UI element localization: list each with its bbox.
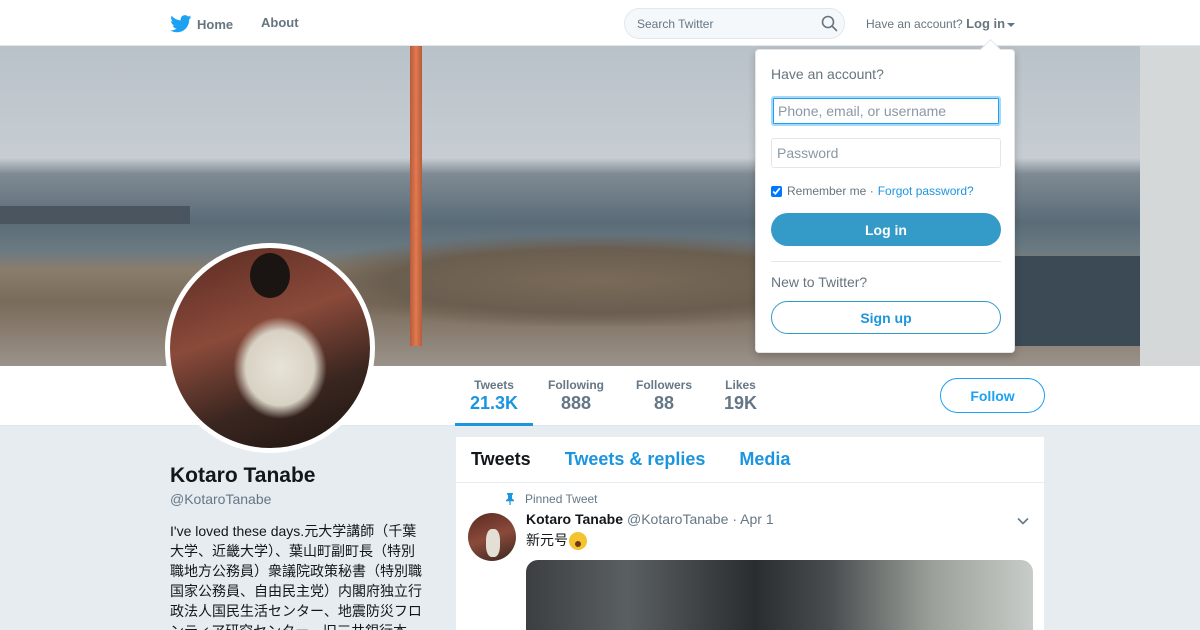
stat-following[interactable]: Following 888	[548, 378, 604, 414]
remember-me-checkbox[interactable]	[771, 185, 782, 197]
tweet-media-image[interactable]	[526, 560, 1033, 630]
profile-name[interactable]: Kotaro Tanabe	[170, 464, 315, 488]
twitter-bird-icon	[170, 15, 192, 33]
pinned-tweet-label: Pinned Tweet	[504, 492, 598, 506]
timeline-tabs: Tweets Tweets & replies Media	[456, 437, 1044, 483]
forgot-password-link[interactable]: Forgot password?	[878, 184, 974, 198]
tweet-author-handle[interactable]: @KotaroTanabe	[627, 511, 728, 527]
nav-about-link[interactable]: About	[261, 15, 299, 30]
signup-button[interactable]: Sign up	[771, 301, 1001, 334]
stat-label: Following	[548, 378, 604, 392]
banner-shed	[1010, 256, 1140, 346]
stat-value: 888	[560, 393, 592, 413]
username-input[interactable]	[771, 96, 1001, 126]
pin-icon	[506, 493, 514, 505]
dropdown-title: Have an account?	[771, 66, 884, 82]
remember-row: Remember me · Forgot password?	[771, 184, 974, 198]
tweet-text: 新元号	[526, 530, 587, 551]
stat-likes[interactable]: Likes 19K	[724, 378, 757, 414]
nav-home-link[interactable]: Home	[170, 15, 233, 33]
tab-tweets[interactable]: Tweets	[471, 449, 531, 470]
banner-building	[1140, 46, 1200, 366]
remember-label[interactable]: Remember me ·	[787, 184, 874, 198]
nav-home-label: Home	[197, 16, 234, 32]
pinned-label-text: Pinned Tweet	[525, 492, 598, 506]
stat-value: 88	[653, 393, 675, 413]
account-prompt: Have an account?	[866, 17, 963, 31]
tab-media[interactable]: Media	[739, 449, 790, 470]
stat-tweets[interactable]: Tweets 21.3K	[470, 378, 518, 414]
account-hint: Have an account? Log in	[866, 16, 1016, 31]
banner-pole	[410, 46, 422, 346]
active-stat-underline	[455, 423, 533, 426]
login-button[interactable]: Log in	[771, 213, 1001, 246]
profile-handle[interactable]: @KotaroTanabe	[170, 491, 271, 507]
caret-down-icon	[1007, 22, 1016, 27]
tweet-avatar[interactable]	[468, 513, 516, 561]
stat-label: Followers	[636, 378, 693, 392]
avatar-figure	[250, 253, 290, 298]
follow-button[interactable]: Follow	[940, 378, 1045, 413]
search-input[interactable]: Search Twitter	[624, 8, 845, 39]
login-menu-toggle[interactable]: Log in	[966, 16, 1016, 31]
top-nav: Home About Search Twitter Have an accoun…	[0, 0, 1200, 46]
login-dropdown: Have an account? Remember me · Forgot pa…	[755, 49, 1015, 353]
stat-value: 21.3K	[470, 393, 519, 413]
dropdown-divider	[771, 261, 1001, 262]
profile-avatar[interactable]	[165, 243, 375, 453]
surprised-emoji-icon	[569, 532, 587, 551]
stat-label: Tweets	[474, 378, 514, 392]
timeline: Tweets Tweets & replies Media Pinned Twe…	[456, 437, 1044, 630]
chevron-down-icon[interactable]	[1016, 514, 1030, 528]
search-placeholder: Search Twitter	[637, 16, 714, 31]
tweet-date[interactable]: · Apr 1	[732, 511, 773, 527]
stat-value: 19K	[724, 393, 758, 413]
profile-bio: I've loved these days.元大学講師（千葉大学、近畿大学）、葉…	[170, 523, 422, 630]
tweet-text-content: 新元号	[526, 532, 568, 548]
new-to-twitter-label: New to Twitter?	[771, 274, 868, 290]
tweet-header: Kotaro Tanabe @KotaroTanabe · Apr 1	[526, 511, 774, 527]
stat-label: Likes	[725, 378, 756, 392]
search-icon[interactable]	[814, 9, 844, 39]
stat-followers[interactable]: Followers 88	[636, 378, 692, 414]
tab-tweets-replies[interactable]: Tweets & replies	[565, 449, 706, 470]
banner-pier	[0, 206, 190, 224]
password-input[interactable]	[771, 138, 1001, 168]
tweet-author-name[interactable]: Kotaro Tanabe	[526, 511, 623, 527]
